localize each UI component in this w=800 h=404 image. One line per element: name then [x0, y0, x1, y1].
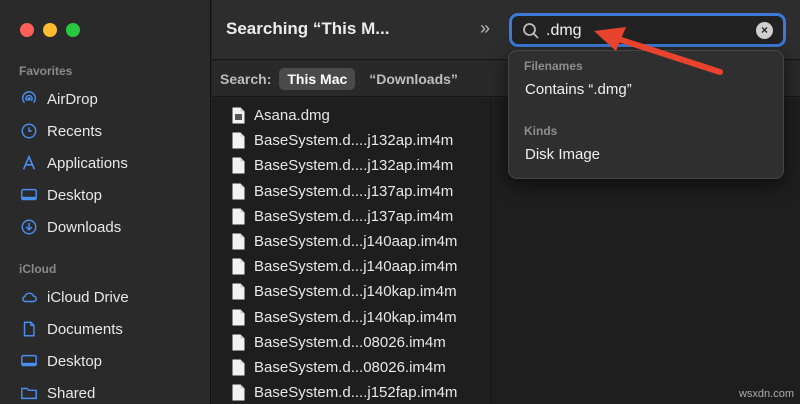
sidebar-item-desktop[interactable]: Desktop: [19, 182, 102, 208]
sidebar-item-label: Shared: [47, 384, 96, 402]
sidebar-item-icloud-drive[interactable]: iCloud Drive: [19, 284, 129, 310]
file-row[interactable]: BaseSystem.d....j132ap.im4m: [232, 153, 453, 178]
suggestion-filename-contains[interactable]: Contains “.dmg”: [525, 81, 632, 98]
sidebar-item-airdrop[interactable]: AirDrop: [19, 86, 98, 112]
kinds-header: Kinds: [524, 124, 558, 138]
desktop-icon: [19, 351, 39, 371]
filenames-header: Filenames: [524, 59, 583, 73]
file-icon: [232, 283, 245, 300]
file-row[interactable]: Asana.dmg: [232, 103, 330, 128]
sidebar-item-icloud-desktop[interactable]: Desktop: [19, 348, 102, 374]
file-icon: [232, 233, 245, 250]
file-row[interactable]: BaseSystem.d...j140aap.im4m: [232, 254, 457, 279]
sidebar-item-label: Desktop: [47, 186, 103, 204]
file-row[interactable]: BaseSystem.d...08026.im4m: [232, 330, 446, 355]
sidebar-item-label: AirDrop: [47, 90, 98, 108]
file-name: BaseSystem.d...j140kap.im4m: [254, 308, 457, 326]
file-name: BaseSystem.d...08026.im4m: [254, 359, 446, 376]
window-controls: [20, 23, 80, 37]
file-name: BaseSystem.d....j152fap.im4m: [254, 384, 458, 402]
file-name: BaseSystem.d....j137ap.im4m: [254, 207, 454, 225]
file-row[interactable]: BaseSystem.d...08026.im4m: [232, 355, 446, 380]
sidebar-item-label: Recents: [47, 122, 103, 140]
file-name: BaseSystem.d...j140aap.im4m: [254, 258, 458, 276]
cloud-icon: [19, 287, 39, 307]
sidebar-item-label: iCloud Drive: [47, 288, 129, 306]
zoom-window-button[interactable]: [66, 23, 80, 37]
toolbar-overflow-button[interactable]: »: [480, 18, 490, 39]
sidebar-item-recents[interactable]: Recents: [19, 118, 102, 144]
close-window-button[interactable]: [20, 23, 34, 37]
sidebar-item-shared[interactable]: Shared: [19, 380, 95, 404]
desktop-icon: [19, 185, 39, 205]
file-icon: [232, 359, 245, 376]
file-icon: [232, 208, 245, 225]
sidebar-item-downloads[interactable]: Downloads: [19, 214, 121, 240]
file-icon: [232, 384, 245, 401]
file-name: Asana.dmg: [254, 107, 330, 124]
watermark: wsxdn.com: [738, 388, 794, 400]
file-icon: [232, 309, 245, 326]
sidebar-item-documents[interactable]: Documents: [19, 316, 123, 342]
downloads-icon: [19, 217, 39, 237]
shared-folder-icon: [19, 383, 39, 403]
airdrop-icon: [19, 89, 39, 109]
file-row[interactable]: BaseSystem.d....j137ap.im4m: [232, 179, 453, 204]
minimize-window-button[interactable]: [43, 23, 57, 37]
search-results-list: Asana.dmg BaseSystem.d....j132ap.im4m Base…: [212, 98, 492, 404]
file-icon: [232, 157, 245, 174]
search-input[interactable]: .dmg: [546, 22, 582, 40]
file-name: BaseSystem.d...j140aap.im4m: [254, 233, 458, 250]
scope-this-mac-button[interactable]: This Mac: [279, 67, 356, 90]
clock-icon: [19, 121, 39, 141]
finder-window: Favorites AirDrop Recents Applications D…: [0, 0, 800, 404]
file-icon: [232, 132, 245, 149]
file-name: BaseSystem.d...08026.im4m: [254, 333, 446, 351]
sidebar-item-label: Applications: [47, 154, 128, 172]
file-icon: [232, 258, 245, 275]
file-row[interactable]: BaseSystem.d....j152fap.im4m: [232, 380, 457, 404]
search-icon: [523, 23, 539, 39]
scope-downloads-button[interactable]: “Downloads”: [361, 68, 466, 90]
file-icon: [232, 334, 245, 351]
sidebar-item-label: Desktop: [47, 352, 103, 370]
sidebar-section-icloud: iCloud: [19, 262, 57, 276]
file-row[interactable]: BaseSystem.d....j132ap.im4m: [232, 128, 453, 153]
suggestion-kind-disk-image[interactable]: Disk Image: [525, 146, 600, 163]
document-icon: [19, 319, 39, 339]
file-icon: [232, 183, 245, 200]
annotation-arrow-icon: [594, 27, 723, 75]
file-row[interactable]: BaseSystem.d...j140kap.im4m: [232, 305, 457, 330]
scope-label: Search:: [220, 70, 272, 87]
sidebar-item-applications[interactable]: Applications: [19, 150, 128, 176]
file-row[interactable]: BaseSystem.d....j137ap.im4m: [232, 204, 453, 229]
file-name: BaseSystem.d....j137ap.im4m: [254, 182, 454, 200]
sidebar: Favorites AirDrop Recents Applications D…: [0, 0, 211, 404]
sidebar-section-favorites: Favorites: [19, 64, 73, 78]
clear-search-icon[interactable]: ×: [756, 22, 773, 39]
file-row[interactable]: BaseSystem.d...j140aap.im4m: [232, 229, 457, 254]
file-name: BaseSystem.d....j132ap.im4m: [254, 132, 454, 150]
file-name: BaseSystem.d....j132ap.im4m: [254, 157, 454, 175]
disk-image-file-icon: [232, 107, 245, 124]
window-title: Searching “This M...: [226, 19, 390, 38]
file-name: BaseSystem.d...j140kap.im4m: [254, 283, 457, 301]
sidebar-item-label: Downloads: [47, 218, 122, 236]
applications-icon: [19, 153, 39, 173]
sidebar-item-label: Documents: [47, 320, 123, 338]
file-row[interactable]: BaseSystem.d...j140kap.im4m: [232, 279, 457, 304]
